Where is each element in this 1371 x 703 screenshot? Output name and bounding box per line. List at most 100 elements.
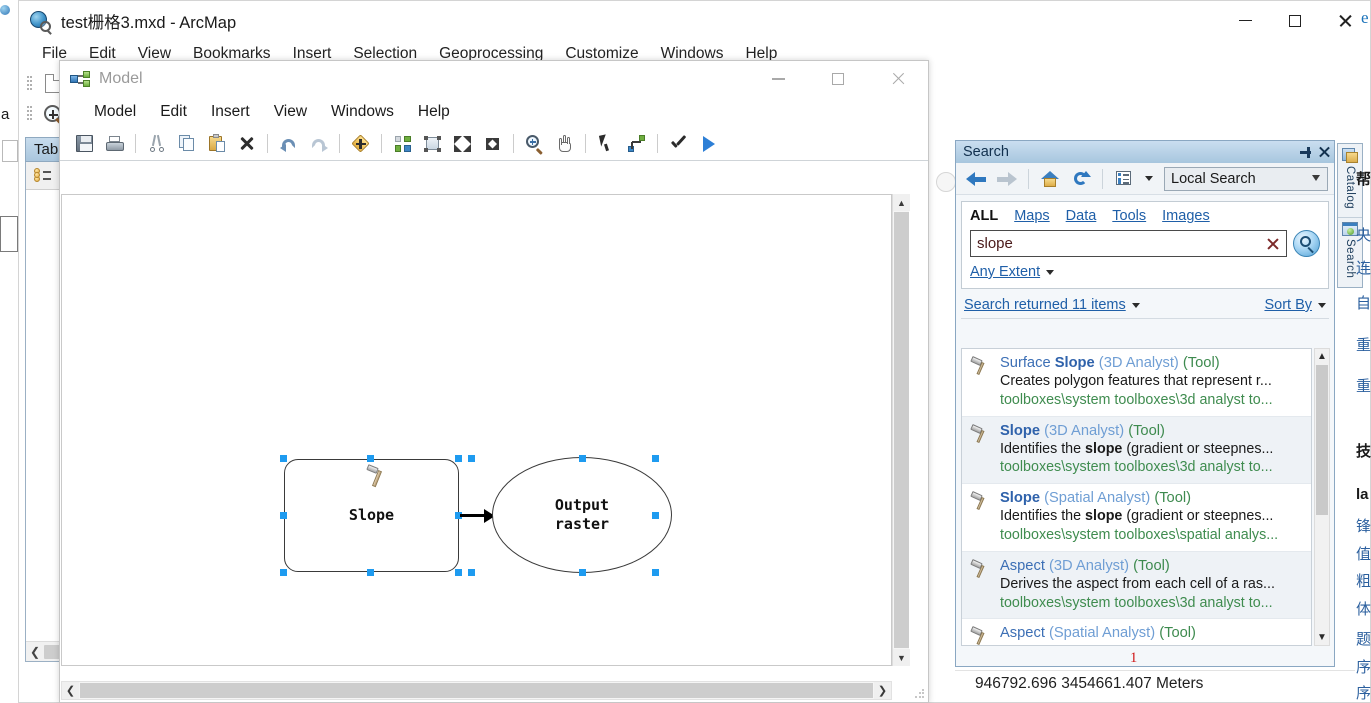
save-icon[interactable] <box>70 130 99 158</box>
scroll-up-icon[interactable]: ▲ <box>893 194 910 211</box>
chevron-down-icon[interactable] <box>1046 269 1055 275</box>
chevron-down-icon[interactable] <box>1318 302 1326 308</box>
model-tool-node-slope[interactable]: Slope <box>284 459 459 572</box>
auto-layout-icon[interactable] <box>388 130 417 158</box>
result-title[interactable]: Surface Slope (3D Analyst) (Tool) <box>1000 354 1305 372</box>
scroll-down-icon[interactable]: ▼ <box>893 649 910 666</box>
model-canvas[interactable]: Slope Output raster <box>61 194 892 666</box>
model-menu-help[interactable]: Help <box>406 101 462 123</box>
copy-icon[interactable] <box>172 130 201 158</box>
chevron-down-icon[interactable] <box>1141 166 1157 192</box>
model-close-button[interactable] <box>868 61 928 97</box>
model-connector[interactable] <box>460 514 486 517</box>
print-icon[interactable] <box>100 130 129 158</box>
redo-icon[interactable] <box>304 130 333 158</box>
delete-icon[interactable] <box>232 130 261 158</box>
model-output-node-raster[interactable]: Output raster <box>492 457 672 573</box>
back-arrow-icon[interactable] <box>962 166 990 192</box>
model-menu-view[interactable]: View <box>262 101 319 123</box>
undo-icon[interactable] <box>274 130 303 158</box>
search-icon[interactable] <box>1293 230 1320 257</box>
selection-handle[interactable] <box>455 569 462 576</box>
selection-handle[interactable] <box>280 569 287 576</box>
full-extent-icon[interactable] <box>418 130 447 158</box>
selection-handle[interactable] <box>468 569 475 576</box>
scroll-thumb[interactable] <box>80 683 873 698</box>
home-icon[interactable] <box>1036 166 1064 192</box>
scroll-left-icon[interactable]: ❮ <box>26 643 44 661</box>
validate-model-icon[interactable] <box>664 130 693 158</box>
selection-handle[interactable] <box>280 512 287 519</box>
list-item[interactable]: Aspect (3D Analyst) (Tool) Derives the a… <box>962 551 1311 620</box>
scroll-up-icon[interactable]: ▲ <box>1315 349 1329 364</box>
result-title[interactable]: Aspect (Spatial Analyst) (Tool) <box>1000 624 1305 642</box>
scroll-left-icon[interactable]: ❮ <box>62 682 79 699</box>
list-view-icon[interactable] <box>1110 166 1138 192</box>
resize-grip[interactable] <box>914 688 925 699</box>
chevron-down-icon[interactable] <box>1312 174 1320 181</box>
tab-data[interactable]: Data <box>1066 208 1097 224</box>
scroll-thumb[interactable] <box>1316 365 1328 515</box>
result-title[interactable]: Slope (3D Analyst) (Tool) <box>1000 422 1305 440</box>
selection-handle[interactable] <box>367 455 374 462</box>
run-model-icon[interactable] <box>694 130 723 158</box>
chevron-down-icon[interactable] <box>1131 302 1140 308</box>
model-horizontal-scrollbar[interactable]: ❮ ❯ <box>61 681 892 700</box>
scroll-right-icon[interactable]: ❯ <box>874 682 891 699</box>
model-menu-insert[interactable]: Insert <box>199 101 262 123</box>
search-input[interactable]: slope <box>970 230 1287 257</box>
selection-handle[interactable] <box>652 455 659 462</box>
refresh-icon[interactable] <box>1067 166 1095 192</box>
selection-handle[interactable] <box>579 569 586 576</box>
paste-icon[interactable] <box>202 130 231 158</box>
list-item[interactable]: Aspect (Spatial Analyst) (Tool) Derives … <box>962 619 1311 645</box>
tab-all[interactable]: ALL <box>970 208 998 224</box>
minimize-button[interactable] <box>1220 1 1270 40</box>
connect-icon[interactable] <box>622 130 651 158</box>
list-item[interactable]: Slope (Spatial Analyst) (Tool) Identifie… <box>962 484 1311 552</box>
scroll-down-icon[interactable]: ▼ <box>1315 630 1329 645</box>
result-title[interactable]: Aspect (3D Analyst) (Tool) <box>1000 557 1305 575</box>
zoom-in-icon[interactable] <box>478 130 507 158</box>
model-minimize-button[interactable] <box>748 61 808 97</box>
scroll-thumb[interactable] <box>894 212 909 648</box>
tab-images[interactable]: Images <box>1162 208 1210 224</box>
selection-handle[interactable] <box>652 569 659 576</box>
model-vertical-scrollbar[interactable]: ▲ ▼ <box>892 194 910 666</box>
list-item[interactable]: Surface Slope (3D Analyst) (Tool) Create… <box>962 349 1311 417</box>
search-scope-select[interactable]: Local Search <box>1164 166 1328 191</box>
model-menu-edit[interactable]: Edit <box>148 101 199 123</box>
zoom-out-icon[interactable] <box>448 130 477 158</box>
search-results-scrollbar[interactable]: ▲ ▼ <box>1314 348 1330 646</box>
model-menu-windows[interactable]: Windows <box>319 101 406 123</box>
add-data-icon[interactable] <box>346 130 375 158</box>
result-title[interactable]: Slope (Spatial Analyst) (Tool) <box>1000 489 1305 507</box>
selection-handle[interactable] <box>367 569 374 576</box>
maximize-button[interactable] <box>1270 1 1320 40</box>
zoom-tool-icon[interactable] <box>520 130 549 158</box>
selection-handle[interactable] <box>652 512 659 519</box>
selection-handle[interactable] <box>468 455 475 462</box>
selection-handle[interactable] <box>579 455 586 462</box>
selection-handle[interactable] <box>455 455 462 462</box>
search-results-list[interactable]: Surface Slope (3D Analyst) (Tool) Create… <box>961 348 1312 646</box>
forward-arrow-icon[interactable] <box>993 166 1021 192</box>
select-icon[interactable] <box>592 130 621 158</box>
list-item[interactable]: Slope (3D Analyst) (Tool) Identifies the… <box>962 416 1311 485</box>
cut-icon[interactable] <box>142 130 171 158</box>
list-by-drawing-order-icon[interactable] <box>30 164 56 188</box>
auto-hide-pin-icon[interactable] <box>1299 146 1312 159</box>
tab-maps[interactable]: Maps <box>1014 208 1049 224</box>
extent-filter-link[interactable]: Any Extent <box>970 264 1040 280</box>
model-maximize-button[interactable] <box>808 61 868 97</box>
result-count-label[interactable]: Search returned 11 items <box>964 297 1126 313</box>
toolbar-grip-2[interactable] <box>27 104 33 124</box>
toolbar-grip[interactable] <box>27 74 33 94</box>
close-icon[interactable] <box>1318 146 1330 158</box>
sort-by-label[interactable]: Sort By <box>1264 297 1312 313</box>
selection-handle[interactable] <box>280 455 287 462</box>
pan-icon[interactable] <box>550 130 579 158</box>
clear-icon[interactable] <box>1266 237 1279 251</box>
model-menu-model[interactable]: Model <box>82 101 148 123</box>
tab-tools[interactable]: Tools <box>1112 208 1146 224</box>
